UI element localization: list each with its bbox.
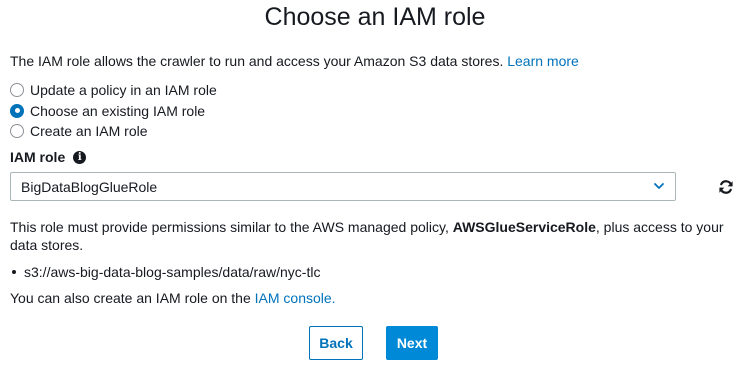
iam-role-label: IAM role i bbox=[10, 149, 87, 165]
radio-button[interactable] bbox=[10, 103, 24, 118]
policy-name: AWSGlueServiceRole bbox=[452, 219, 596, 235]
refresh-icon[interactable] bbox=[718, 179, 734, 195]
radio-label: Create an IAM role bbox=[30, 123, 148, 140]
intro-description: The IAM role allows the crawler to run a… bbox=[10, 53, 508, 69]
permissions-text: This role must provide permissions simil… bbox=[10, 218, 740, 254]
learn-more-link[interactable]: Learn more bbox=[507, 53, 579, 69]
page-title: Choose an IAM role bbox=[264, 3, 486, 31]
radio-label: Update a policy in an IAM role bbox=[30, 82, 217, 99]
radio-button[interactable] bbox=[10, 124, 24, 139]
next-button[interactable]: Next bbox=[386, 326, 438, 360]
chevron-down-icon bbox=[654, 183, 664, 189]
iam-console-link[interactable]: IAM console. bbox=[255, 290, 336, 306]
radio-create-role[interactable]: Create an IAM role bbox=[10, 121, 217, 142]
iam-role-select[interactable]: BigDataBlogGlueRole bbox=[10, 172, 676, 201]
console-note: You can also create an IAM role on the I… bbox=[10, 290, 336, 306]
radio-choose-existing[interactable]: Choose an existing IAM role bbox=[10, 101, 217, 122]
iam-role-select-value: BigDataBlogGlueRole bbox=[21, 178, 158, 195]
iam-role-label-text: IAM role bbox=[10, 149, 66, 165]
bullet-icon bbox=[12, 270, 16, 274]
console-note-text: You can also create an IAM role on the bbox=[10, 290, 255, 306]
radio-label: Choose an existing IAM role bbox=[30, 102, 206, 119]
radio-button[interactable] bbox=[10, 83, 24, 98]
info-icon[interactable]: i bbox=[73, 150, 87, 164]
intro-text: The IAM role allows the crawler to run a… bbox=[10, 53, 579, 69]
radio-update-policy[interactable]: Update a policy in an IAM role bbox=[10, 80, 217, 101]
iam-role-radio-group: Update a policy in an IAM role Choose an… bbox=[10, 80, 217, 142]
data-store-path: s3://aws-big-data-blog-samples/data/raw/… bbox=[24, 264, 321, 280]
permissions-prefix: This role must provide permissions simil… bbox=[10, 219, 453, 235]
data-store-item: s3://aws-big-data-blog-samples/data/raw/… bbox=[10, 264, 320, 280]
back-button[interactable]: Back bbox=[309, 326, 363, 360]
